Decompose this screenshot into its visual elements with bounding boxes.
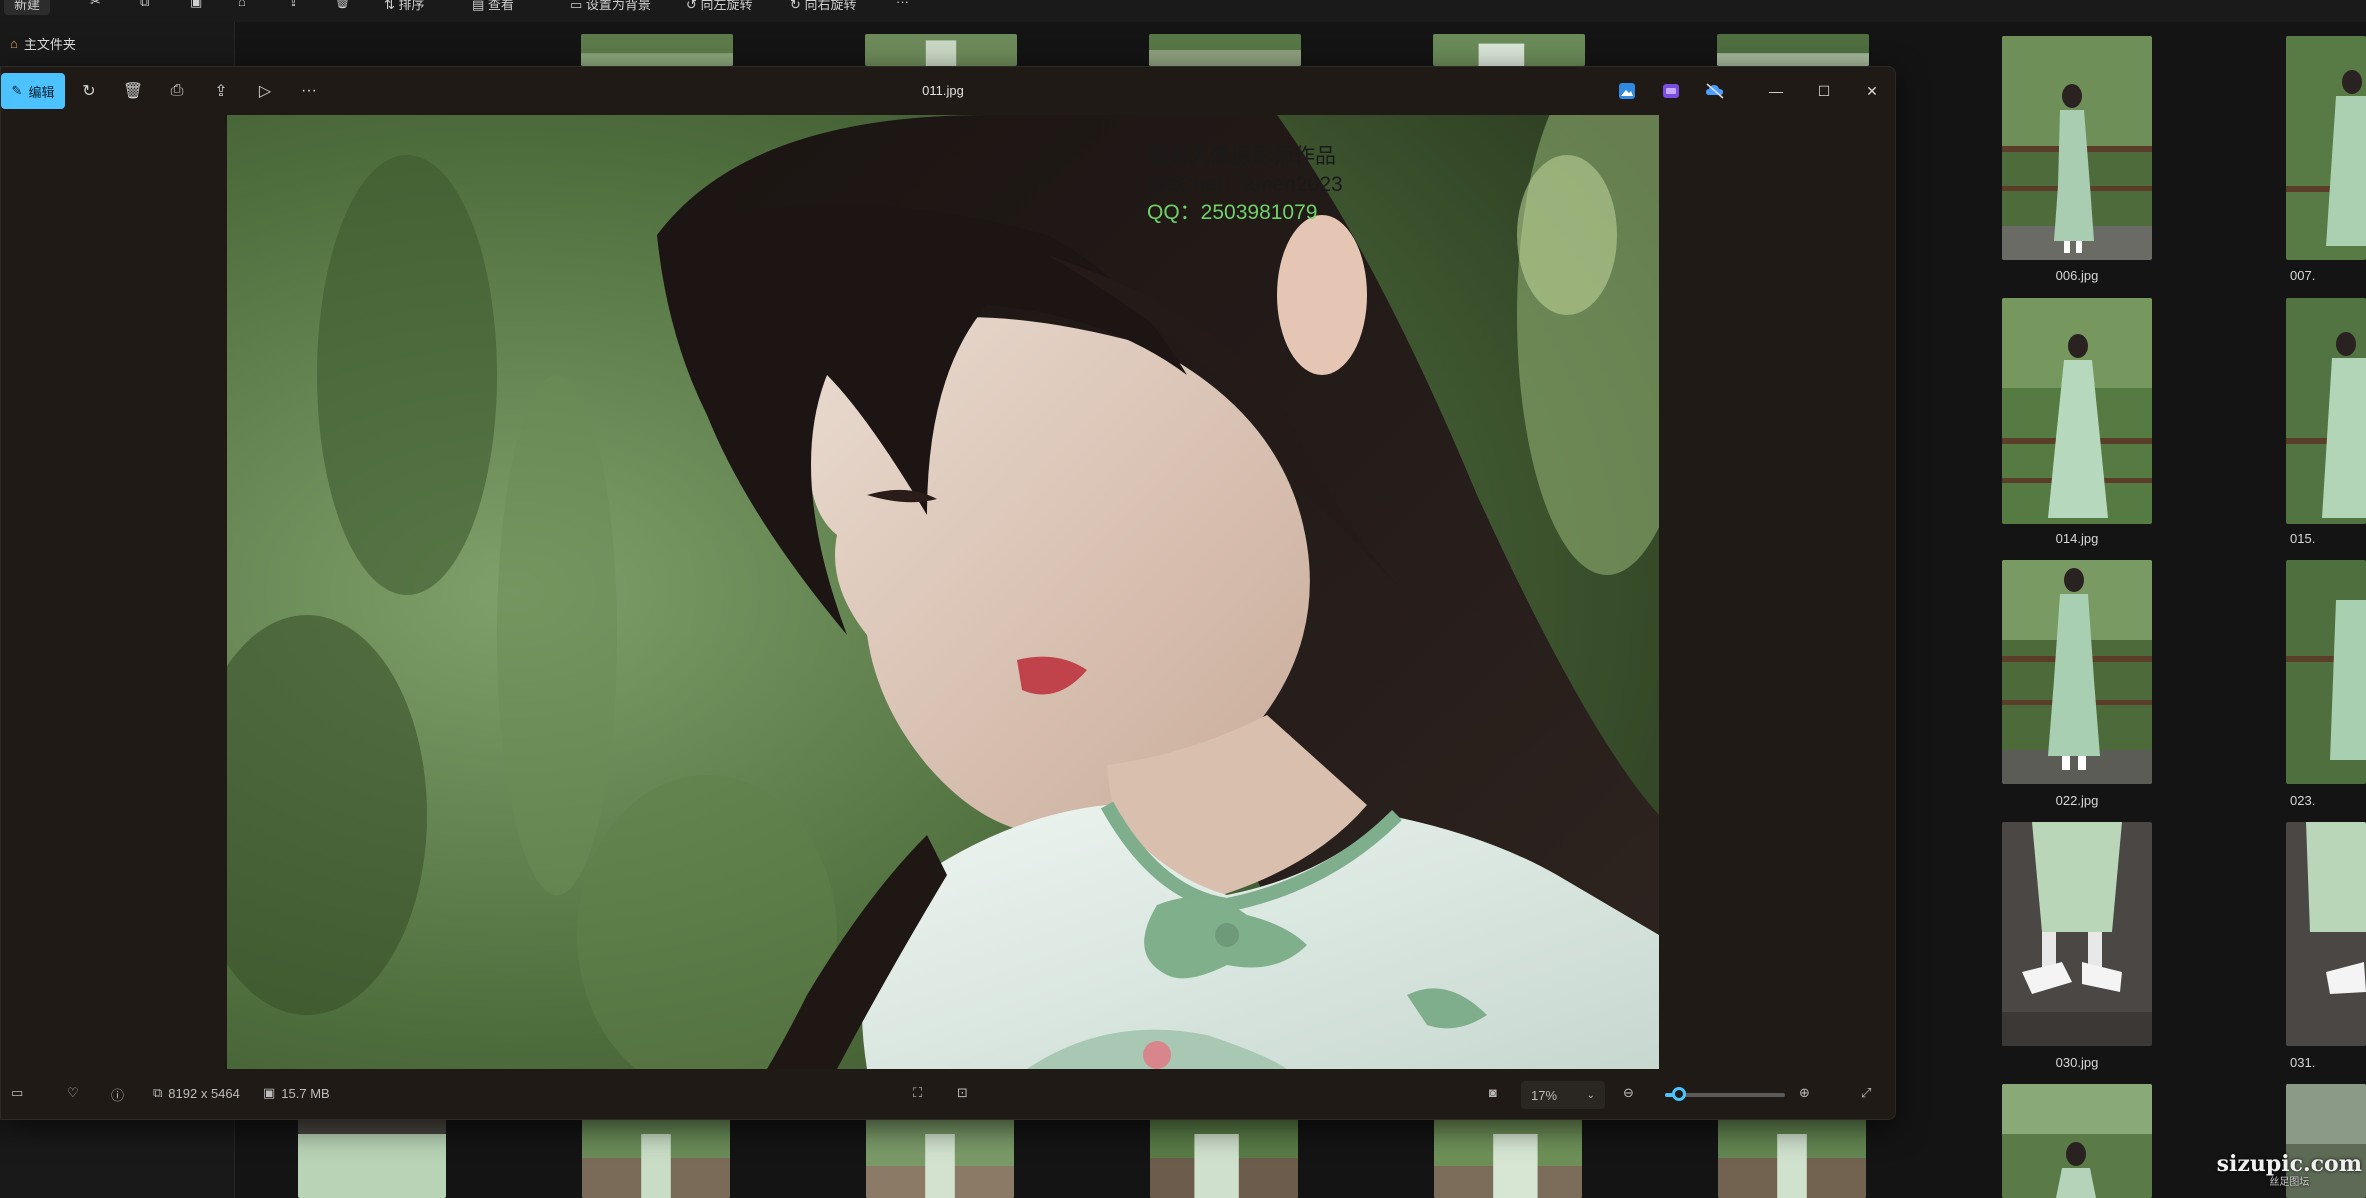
thumbnail-023[interactable] [2286, 560, 2366, 784]
thumbnail-015-label[interactable]: 015. [2290, 531, 2366, 546]
photo-watermark-line3: QQ：2503981079 [1147, 201, 1318, 224]
zoom-dropdown[interactable]: 17% ⌄ [1521, 1081, 1605, 1109]
viewer-title: 011.jpg [922, 83, 964, 98]
photo-watermark: 著名人像摄影师作品 WeChat：amen2023 QQ：2503981079 [1147, 143, 1343, 227]
viewer-status-bar: ▭ ♡ ⓘ ⧉ 8192 x 5464 ▣ 15.7 MB ⛶ ⊡ ◙ 17% … [1, 1071, 1895, 1119]
zoom-in-icon[interactable]: ⊕ [1799, 1085, 1810, 1101]
thumbnail-007-label[interactable]: 007. [2290, 268, 2366, 283]
explorer-toolbar: 新建 ✂ ⧉ ▣ ⌂ ⇪ 🗑 ⇅ 排序 ▤ 查看 ▭ 设置为背景 ↺ 向左旋转 … [0, 0, 2366, 23]
thumbnail-006[interactable] [2002, 36, 2152, 260]
file-size-value: 15.7 MB [281, 1085, 330, 1101]
thumbnail[interactable] [1718, 1118, 1866, 1198]
thumbnail[interactable] [1433, 34, 1585, 66]
site-watermark: sizupic.com 丝足图坛 [2217, 1151, 2362, 1188]
zoom-value: 17% [1531, 1087, 1558, 1103]
zoom-slider-handle[interactable] [1671, 1087, 1686, 1101]
thumbnail-006-label[interactable]: 006.jpg [2002, 268, 2152, 283]
close-button[interactable]: ✕ [1859, 79, 1885, 103]
set-background-label: 设置为背景 [585, 0, 651, 12]
thumbnail-022-label[interactable]: 022.jpg [2002, 793, 2152, 808]
photo-app-icon[interactable] [1617, 81, 1637, 101]
thumbnail[interactable] [1434, 1118, 1582, 1198]
screenshot-icon[interactable]: ◙ [1489, 1085, 1497, 1100]
onedrive-off-icon[interactable] [1705, 81, 1725, 101]
photo-watermark-line2: WeChat：amen2023 [1147, 173, 1343, 196]
thumbnail[interactable] [1717, 34, 1869, 66]
rotate-right-label: 向右旋转 [804, 0, 857, 12]
thumbnail-031[interactable] [2286, 822, 2366, 1046]
fit-to-window-icon[interactable]: ⛶ [913, 1085, 922, 1101]
rotate-left-label: 向左旋转 [700, 0, 753, 12]
more-button[interactable]: ··· [896, 0, 909, 9]
thumbnail[interactable] [581, 34, 733, 66]
sort-label: 排序 [398, 0, 425, 12]
zoom-slider[interactable] [1665, 1087, 1785, 1101]
thumbnail-015[interactable] [2286, 298, 2366, 524]
thumbnail-030-label[interactable]: 030.jpg [2002, 1055, 2152, 1070]
thumbnail[interactable] [582, 1118, 730, 1198]
thumbnail[interactable] [298, 1118, 446, 1198]
thumbnail[interactable] [866, 1118, 1014, 1198]
cut-icon[interactable]: ✂ [90, 0, 101, 10]
portrait-photo [227, 115, 1659, 1069]
minimize-button[interactable]: — [1763, 79, 1789, 103]
zoom-out-icon[interactable]: ⊖ [1623, 1085, 1634, 1101]
thumbnail-014-label[interactable]: 014.jpg [2002, 531, 2152, 546]
fullscreen-icon[interactable]: ⤢ [1861, 1085, 1871, 1101]
maximize-button[interactable]: ☐ [1811, 79, 1837, 103]
rename-icon[interactable]: ⌂ [238, 0, 246, 9]
thumbnail-014[interactable] [2002, 298, 2152, 524]
file-size: ▣ 15.7 MB [263, 1085, 330, 1101]
dimensions-icon: ⧉ [153, 1085, 163, 1100]
filmstrip-icon[interactable]: ▭ [11, 1085, 23, 1101]
thumbnail[interactable] [865, 34, 1017, 66]
rotate-right-button[interactable]: ↻ 向右旋转 [790, 0, 857, 13]
home-icon: ⌂ [10, 36, 18, 51]
sort-button[interactable]: ⇅ 排序 [384, 0, 425, 13]
view-label: 查看 [487, 0, 514, 12]
delete-icon[interactable]: 🗑 [334, 0, 351, 10]
thumbnail-022[interactable] [2002, 560, 2152, 784]
rotate-left-button[interactable]: ↺ 向左旋转 [686, 0, 753, 13]
paste-icon[interactable]: ▣ [190, 0, 202, 10]
set-background-button[interactable]: ▭ 设置为背景 [570, 0, 651, 13]
actual-size-icon[interactable]: ⊡ [957, 1085, 968, 1101]
thumbnail-031-label[interactable]: 031. [2290, 1055, 2366, 1070]
viewer-toolbar: ✎ 编辑 ↻ 🗑 ⎙ ⇪ ▷ ··· 011.jpg — ☐ ✕ [1, 67, 1895, 115]
share-icon[interactable]: ⇪ [288, 0, 299, 10]
nav-item-home-label: 主文件夹 [23, 37, 76, 52]
photo-display[interactable]: 著名人像摄影师作品 WeChat：amen2023 QQ：2503981079 [227, 115, 1659, 1069]
copy-icon[interactable]: ⧉ [140, 0, 149, 10]
thumbnail-007[interactable] [2286, 36, 2366, 260]
new-button[interactable]: 新建 [4, 0, 51, 15]
clipchamp-icon[interactable] [1661, 81, 1681, 101]
dimensions-value: 8192 x 5464 [168, 1085, 240, 1101]
thumbnail[interactable] [2002, 1084, 2152, 1198]
thumbnail-023-label[interactable]: 023. [2290, 793, 2366, 808]
view-button[interactable]: ▤ 查看 [472, 0, 514, 13]
photo-viewer-window: ✎ 编辑 ↻ 🗑 ⎙ ⇪ ▷ ··· 011.jpg — ☐ ✕ 著名人像摄影师… [0, 66, 1896, 1120]
thumbnail[interactable] [1150, 1118, 1298, 1198]
chevron-down-icon: ⌄ [1586, 1089, 1595, 1101]
photo-watermark-line1: 著名人像摄影师作品 [1147, 145, 1336, 168]
favorite-icon[interactable]: ♡ [67, 1085, 79, 1101]
thumbnail-030[interactable] [2002, 822, 2152, 1046]
nav-item-home[interactable]: ⌂ 主文件夹 [10, 34, 76, 53]
thumbnail[interactable] [1149, 34, 1301, 66]
info-icon[interactable]: ⓘ [111, 1085, 124, 1104]
file-size-icon: ▣ [263, 1085, 276, 1100]
image-dimensions: ⧉ 8192 x 5464 [153, 1085, 240, 1101]
